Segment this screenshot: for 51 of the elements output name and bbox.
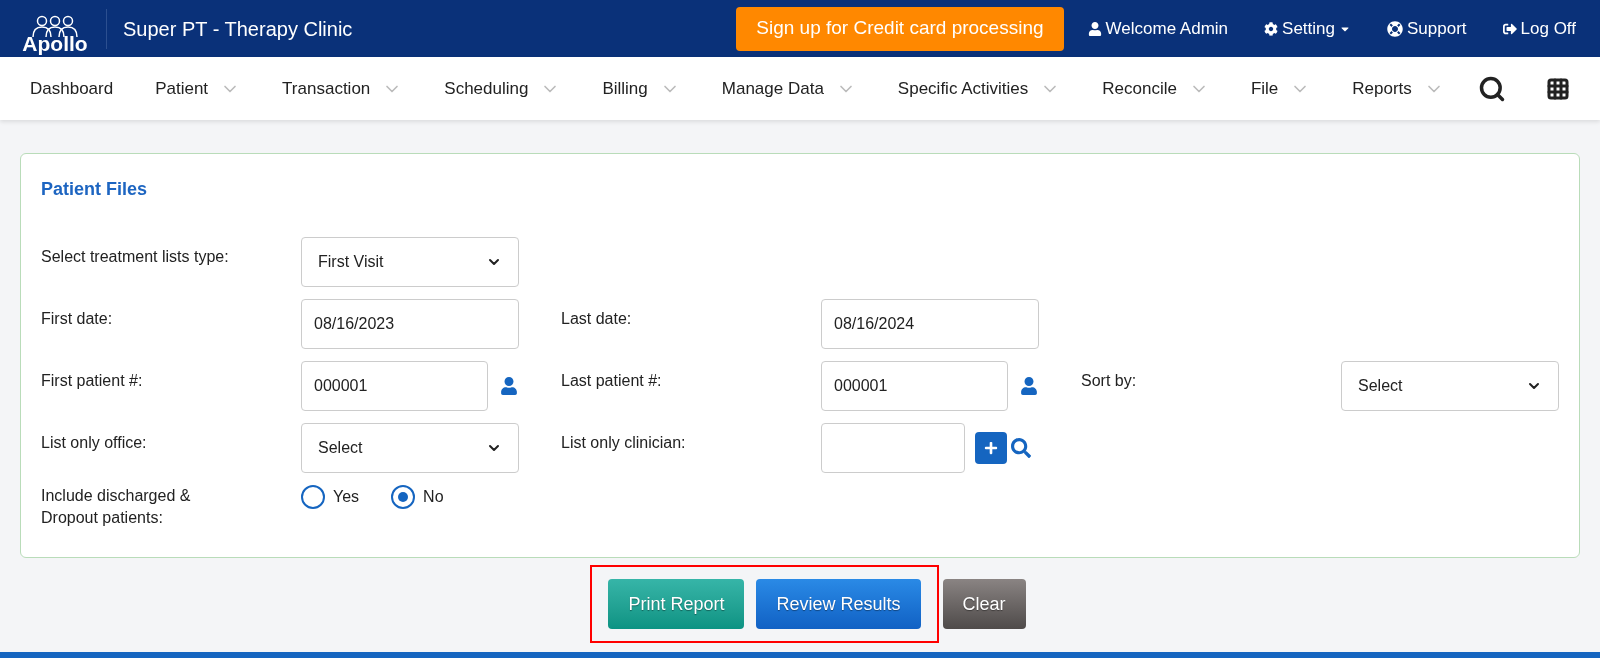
header-link[interactable]: Log Off	[1502, 15, 1576, 42]
field-label: List only office:	[41, 433, 148, 453]
radio-button[interactable]	[301, 485, 325, 509]
grid-icon[interactable]	[1546, 76, 1570, 101]
nav-item[interactable]: Manage Data	[721, 75, 856, 102]
header-link[interactable]: Support	[1387, 15, 1467, 42]
nav-item[interactable]: Dashboard	[30, 75, 114, 102]
radio-label: No	[423, 487, 444, 507]
nav-item[interactable]: Scheduling	[444, 75, 561, 102]
input-field[interactable]: 08/16/2023	[301, 299, 519, 349]
input-field[interactable]	[821, 423, 965, 473]
nav-item[interactable]: Patient	[155, 75, 241, 102]
select-field[interactable]: Select	[1341, 361, 1559, 411]
logo[interactable]: Apollo	[20, 3, 90, 54]
field-label: Last date:	[561, 309, 633, 329]
field-label: Select treatment lists type:	[41, 247, 230, 267]
input-field[interactable]: 08/16/2024	[821, 299, 1039, 349]
user-icon	[1087, 21, 1102, 36]
panel-title: Patient Files	[41, 178, 149, 201]
clinic-name: Super PT - Therapy Clinic	[123, 16, 353, 42]
select-field[interactable]: Select	[301, 423, 519, 473]
field-label: First date:	[41, 309, 114, 329]
field-label: First patient #:	[41, 371, 144, 391]
radio-label: Yes	[333, 487, 360, 507]
field-label: Include discharged & Dropout patients:	[41, 486, 192, 528]
nav-item[interactable]: File	[1250, 75, 1311, 102]
lifebuoy-icon	[1387, 20, 1403, 37]
person-icon[interactable]	[1020, 377, 1038, 395]
header-link[interactable]: Welcome Admin	[1087, 15, 1229, 42]
field-label: Sort by:	[1081, 371, 1138, 391]
field-label: List only clinician:	[561, 433, 687, 453]
nav-item[interactable]: Billing	[602, 75, 680, 102]
header-link[interactable]: Setting	[1264, 15, 1351, 42]
input-field[interactable]: 000001	[301, 361, 488, 411]
action-button[interactable]: Clear	[942, 579, 1026, 629]
nav-item[interactable]: Specific Activities	[897, 75, 1061, 102]
logout-icon	[1502, 21, 1517, 36]
settings-icon	[1264, 21, 1279, 36]
person-icon[interactable]	[500, 377, 518, 395]
add-button[interactable]	[975, 432, 1007, 464]
logo-text: Apollo	[22, 32, 88, 54]
input-field[interactable]: 000001	[821, 361, 1008, 411]
select-field[interactable]: First Visit	[301, 237, 519, 287]
nav-item[interactable]: Reports	[1352, 75, 1444, 102]
nav-item[interactable]: Reconcile	[1102, 75, 1209, 102]
action-button[interactable]: Review Results	[756, 579, 921, 629]
search-icon[interactable]	[1478, 74, 1506, 103]
nav-item[interactable]: Transaction	[282, 75, 403, 102]
plus-icon	[984, 441, 998, 455]
radio-button[interactable]	[391, 485, 416, 509]
field-label: Last patient #:	[561, 371, 663, 391]
